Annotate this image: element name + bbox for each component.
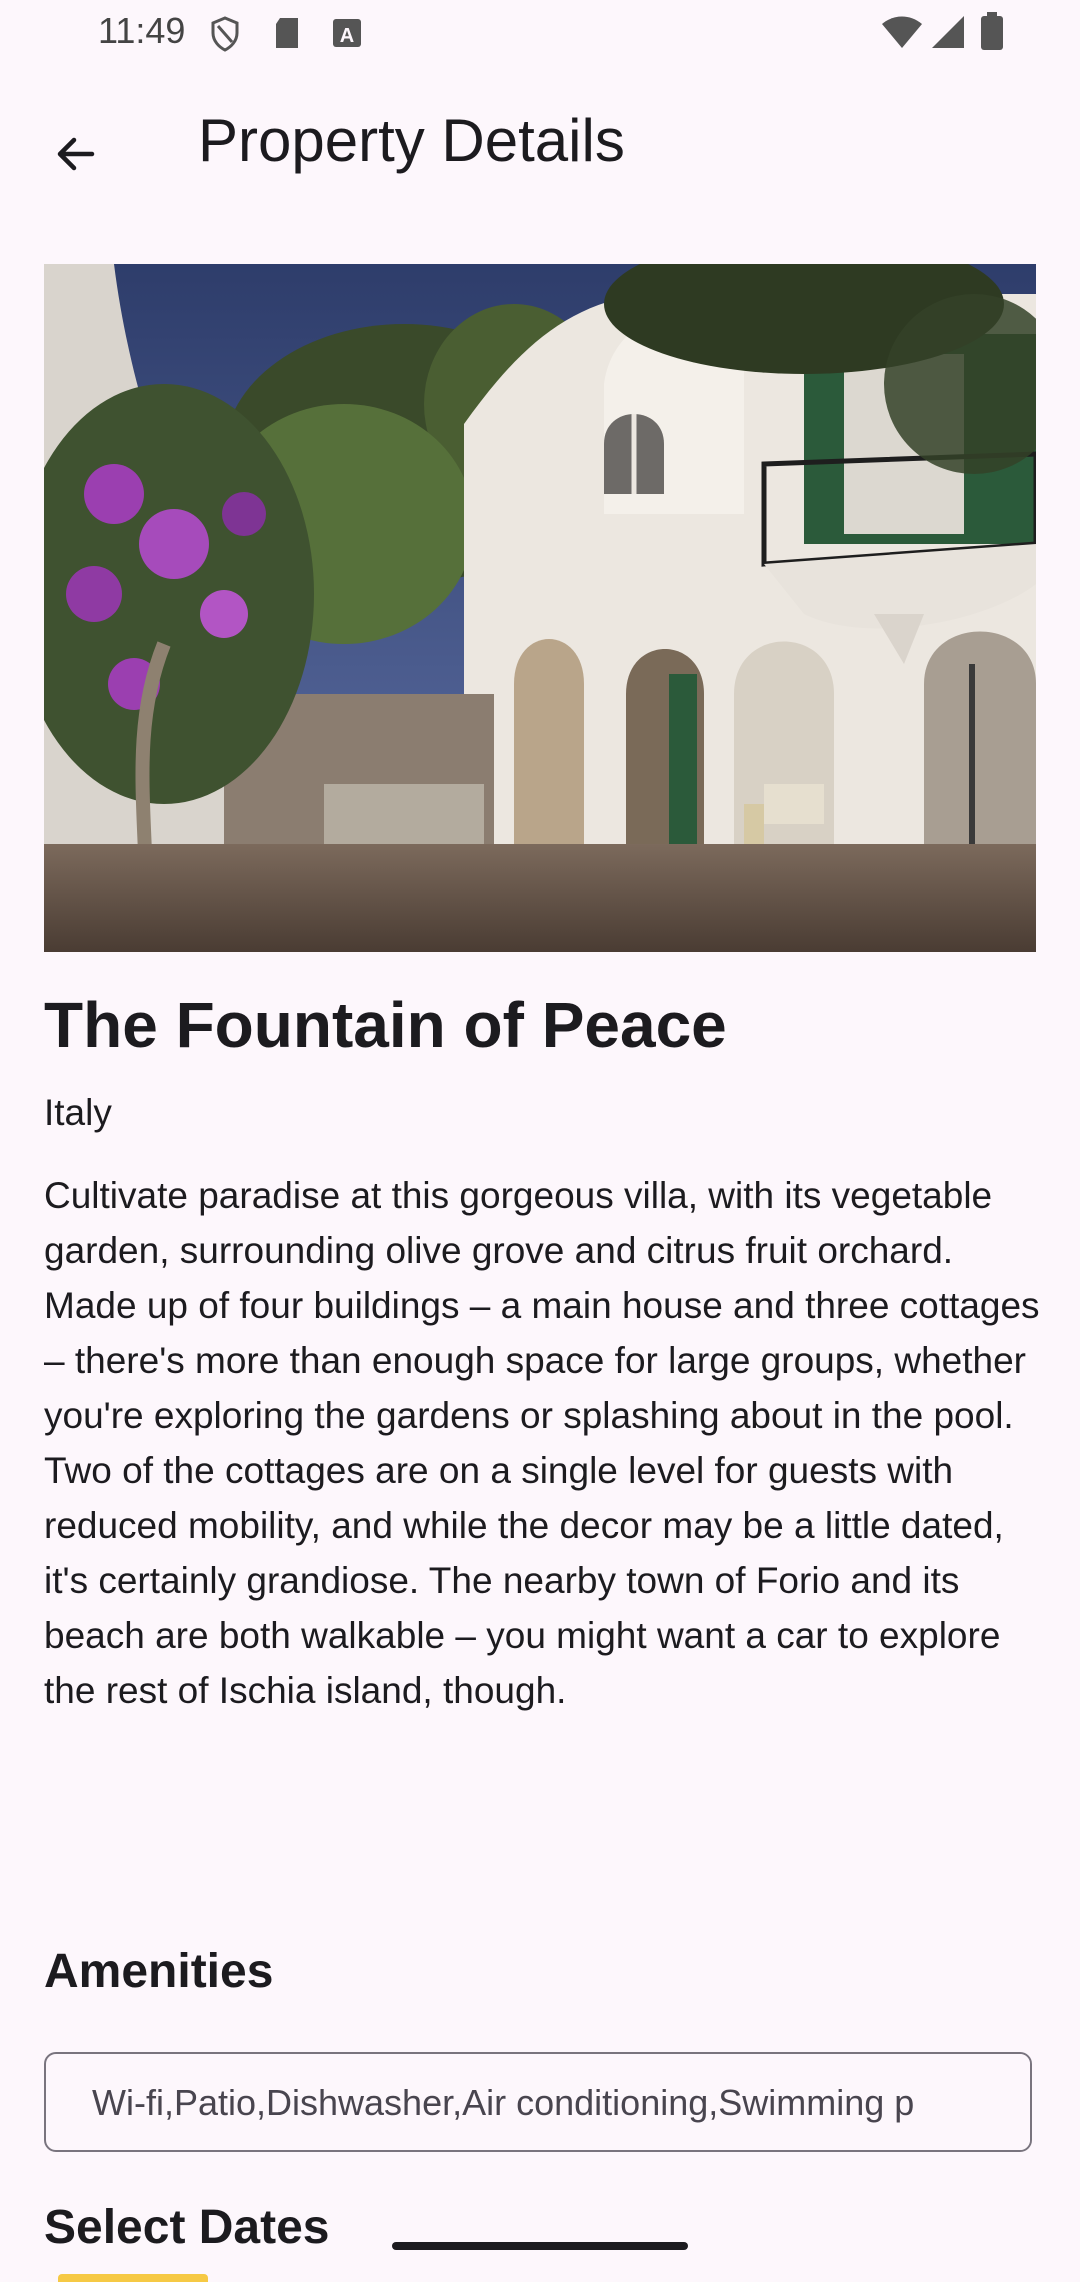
- property-name: The Fountain of Peace: [44, 989, 727, 1061]
- svg-text:A: A: [340, 25, 354, 47]
- status-time: 11:49: [98, 10, 186, 51]
- cell-signal-icon: [930, 14, 966, 55]
- app-bar: Property Details: [0, 66, 1080, 216]
- battery-icon: [980, 12, 1004, 57]
- property-country: Italy: [44, 1092, 112, 1133]
- page-title: Property Details: [198, 107, 625, 174]
- amenities-field[interactable]: Wi-fi,Patio,Dishwasher,Air conditioning,…: [44, 2052, 1032, 2152]
- home-indicator[interactable]: [392, 2242, 688, 2250]
- date-chip-peek[interactable]: [58, 2274, 208, 2282]
- amenities-fade: [970, 2054, 1030, 2150]
- sd-card-icon: [272, 16, 302, 55]
- shield-icon: [210, 16, 240, 57]
- back-button[interactable]: [36, 116, 116, 196]
- amenities-heading: Amenities: [44, 1945, 274, 1998]
- select-dates-heading: Select Dates: [44, 2201, 330, 2254]
- status-bar: 11:49 A: [0, 0, 1080, 66]
- amenities-value: Wi-fi,Patio,Dishwasher,Air conditioning,…: [92, 2082, 915, 2123]
- property-description: Cultivate paradise at this gorgeous vill…: [44, 1175, 1040, 1711]
- arrow-back-icon: [52, 130, 100, 183]
- wifi-icon: [880, 14, 924, 55]
- property-photo: [44, 264, 1036, 952]
- a-badge-icon: A: [332, 16, 362, 55]
